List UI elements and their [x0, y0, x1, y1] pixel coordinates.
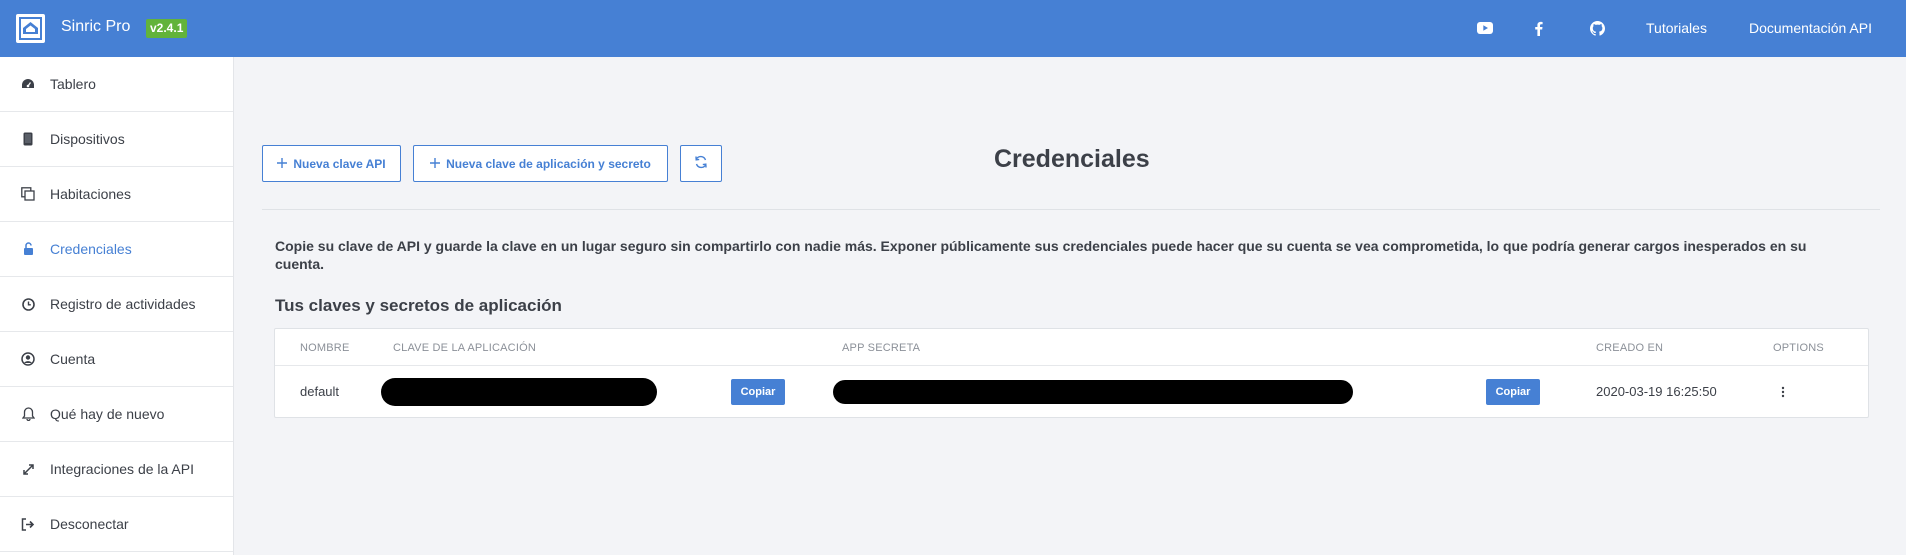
sidebar-item-rooms[interactable]: Habitaciones — [0, 167, 233, 222]
column-header-options: OPTIONS — [1773, 342, 1824, 354]
unlock-icon — [20, 241, 36, 257]
sidebar-item-dashboard[interactable]: Tablero — [0, 57, 233, 112]
github-icon[interactable] — [1588, 19, 1606, 37]
sidebar-item-label: Dispositivos — [50, 131, 125, 147]
column-header-app-key: CLAVE DE LA APLICACIÓN — [393, 342, 536, 354]
dashboard-icon — [20, 76, 36, 92]
sidebar-item-logout[interactable]: Desconectar — [0, 497, 233, 552]
credentials-table: NOMBRE CLAVE DE LA APLICACIÓN APP SECRET… — [274, 328, 1869, 418]
new-app-key-button[interactable]: Nueva clave de aplicación y secreto — [413, 145, 668, 182]
sidebar-item-label: Qué hay de nuevo — [50, 406, 165, 422]
column-header-app-secret: APP SECRETA — [842, 342, 921, 354]
plus-icon — [430, 157, 441, 171]
section-title: Tus claves y secretos de aplicación — [275, 296, 562, 315]
divider — [262, 209, 1880, 210]
sidebar-item-activity-log[interactable]: Registro de actividades — [0, 277, 233, 332]
sinric-logo-icon[interactable] — [16, 14, 45, 43]
redacted-app-key — [381, 378, 657, 406]
refresh-icon — [694, 155, 708, 172]
sidebar-item-label: Desconectar — [50, 516, 129, 532]
nav-link-api-docs[interactable]: Documentación API — [1749, 20, 1872, 36]
column-header-created: CREADO EN — [1596, 342, 1664, 354]
version-badge: v2.4.1 — [146, 19, 188, 38]
expand-icon — [20, 461, 36, 477]
sidebar: Tablero Dispositivos Habitaciones Creden… — [0, 57, 234, 555]
sidebar-item-account[interactable]: Cuenta — [0, 332, 233, 387]
sidebar-item-label: Registro de actividades — [50, 296, 196, 312]
new-api-key-button[interactable]: Nueva clave API — [262, 145, 401, 182]
brand-name[interactable]: Sinric Pro — [61, 18, 130, 36]
security-notice: Copie su clave de API y guarde la clave … — [275, 238, 1807, 272]
table-header: NOMBRE CLAVE DE LA APLICACIÓN APP SECRET… — [275, 329, 1868, 366]
redacted-app-secret — [833, 380, 1353, 404]
sidebar-item-label: Integraciones de la API — [50, 461, 194, 477]
sidebar-item-api-integrations[interactable]: Integraciones de la API — [0, 442, 233, 497]
facebook-icon[interactable] — [1529, 19, 1547, 37]
options-menu-icon[interactable] — [1778, 384, 1788, 400]
sidebar-item-label: Habitaciones — [50, 186, 131, 202]
sidebar-item-whats-new[interactable]: Qué hay de nuevo — [0, 387, 233, 442]
clock-icon — [20, 296, 36, 312]
sidebar-item-label: Cuenta — [50, 351, 96, 367]
user-circle-icon — [20, 351, 36, 367]
refresh-button[interactable] — [680, 145, 722, 182]
sign-out-icon — [20, 516, 36, 532]
top-navbar: Sinric Pro v2.4.1 Tutoriales Documentaci… — [0, 0, 1906, 57]
sidebar-item-label: Tablero — [50, 76, 96, 92]
column-header-name: NOMBRE — [300, 342, 350, 354]
sidebar-item-devices[interactable]: Dispositivos — [0, 112, 233, 167]
new-app-key-label: Nueva clave de aplicación y secreto — [446, 156, 651, 171]
sidebar-item-credentials[interactable]: Credenciales — [0, 222, 233, 277]
plus-icon — [277, 157, 288, 171]
youtube-icon[interactable] — [1476, 19, 1494, 37]
copy-secret-button[interactable]: Copiar — [1486, 379, 1540, 405]
rooms-icon — [20, 186, 36, 202]
device-icon — [20, 131, 36, 147]
row-created-date: 2020-03-19 16:25:50 — [1596, 384, 1717, 399]
page-title: Credenciales — [994, 145, 1150, 173]
bell-icon — [20, 406, 36, 422]
copy-key-button[interactable]: Copiar — [731, 379, 785, 405]
nav-link-tutorials[interactable]: Tutoriales — [1646, 20, 1707, 36]
row-name: default — [300, 384, 340, 399]
new-api-key-label: Nueva clave API — [293, 156, 386, 171]
sidebar-item-label: Credenciales — [50, 241, 132, 257]
